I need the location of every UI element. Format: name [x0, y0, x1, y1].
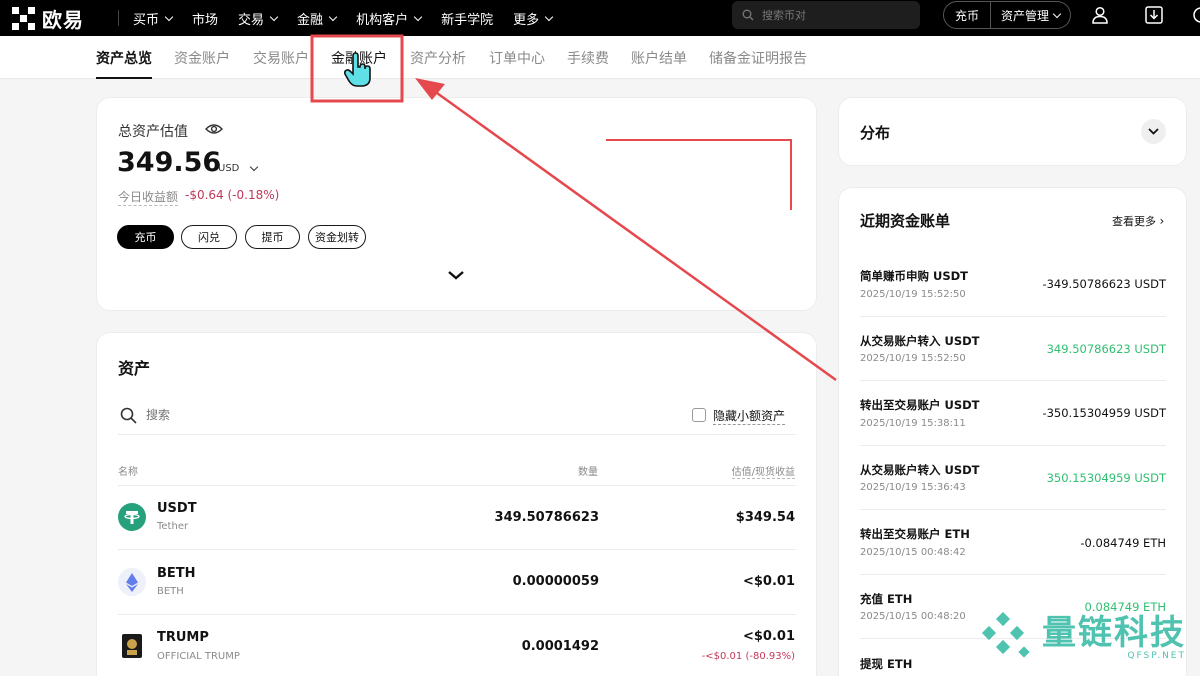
watermark-logo-icon [981, 612, 1030, 658]
watermark-text: 量链科技 [1042, 613, 1186, 653]
hand-cursor-icon [344, 52, 371, 87]
annotation-overlay [310, 34, 837, 382]
watermark: 量链科技 QFSP.NET [980, 612, 1186, 664]
